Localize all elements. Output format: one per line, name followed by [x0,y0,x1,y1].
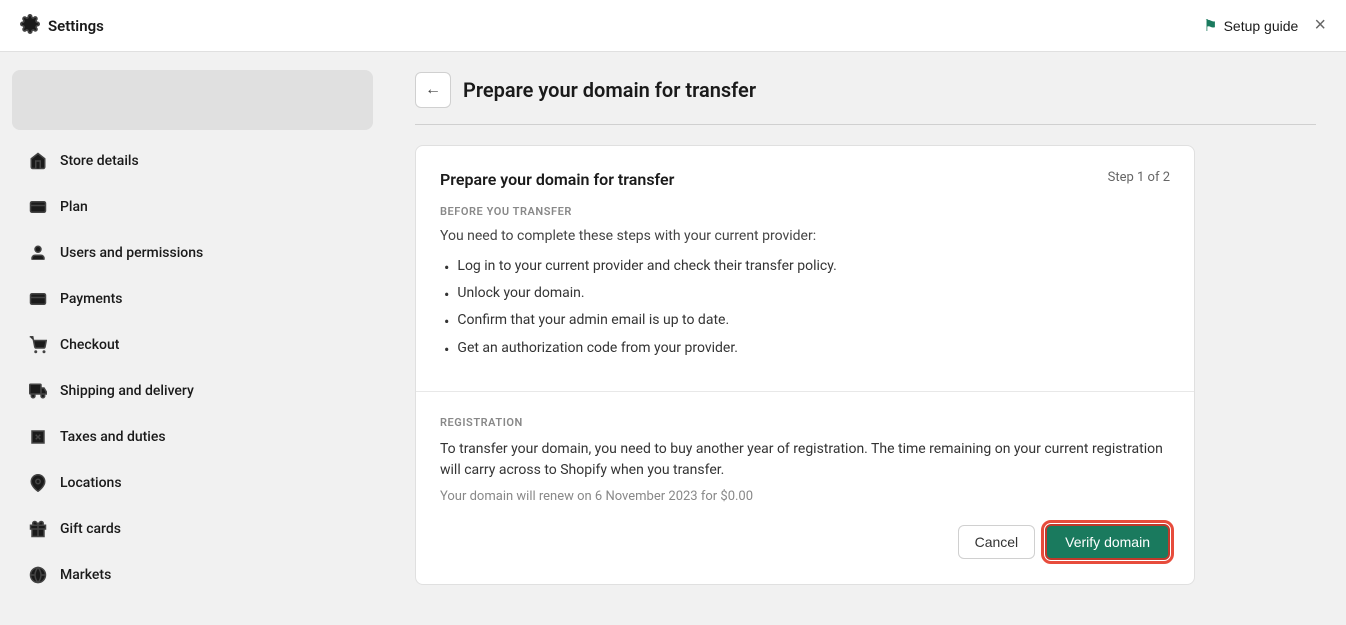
registration-label: REGISTRATION [440,416,1170,429]
location-icon [28,473,48,493]
list-item: Unlock your domain. [440,285,1170,304]
user-icon [28,243,48,263]
sidebar: Store details Plan Users and permissions [0,52,385,625]
plan-icon [28,197,48,217]
flag-icon: ⚑ [1203,16,1217,36]
sidebar-item-locations[interactable]: Locations [8,460,377,506]
settings-title-group: Settings [20,14,104,38]
verify-domain-button[interactable]: Verify domain [1045,524,1170,560]
sidebar-item-payments[interactable]: Payments [8,276,377,322]
registration-note: Your domain will renew on 6 November 202… [440,489,1170,504]
shipping-icon [28,381,48,401]
section-title: Prepare your domain for transfer [440,170,674,189]
setup-guide-label: Setup guide [1224,18,1299,34]
before-transfer-section: Prepare your domain for transfer Step 1 … [416,146,1194,392]
list-item: Confirm that your admin email is up to d… [440,312,1170,331]
sidebar-item-taxes-and-duties[interactable]: Taxes and duties [8,414,377,460]
markets-icon [28,565,48,585]
section-subtitle: You need to complete these steps with yo… [440,228,1170,244]
store-icon [28,151,48,171]
sidebar-item-label: Checkout [60,337,119,353]
sidebar-item-label: Users and permissions [60,245,203,261]
sidebar-item-label: Gift cards [60,521,121,537]
page-header: ← Prepare your domain for transfer [415,72,1316,108]
back-button[interactable]: ← [415,72,451,108]
sidebar-item-label: Store details [60,153,139,169]
registration-text: To transfer your domain, you need to buy… [440,439,1170,481]
gift-icon [28,519,48,539]
close-button[interactable]: × [1314,14,1326,37]
sidebar-item-plan[interactable]: Plan [8,184,377,230]
sidebar-item-store-details[interactable]: Store details [8,138,377,184]
card-actions: Cancel Verify domain [440,524,1170,560]
sidebar-item-users-and-permissions[interactable]: Users and permissions [8,230,377,276]
list-item: Get an authorization code from your prov… [440,340,1170,359]
list-item: Log in to your current provider and chec… [440,258,1170,277]
sidebar-item-label: Payments [60,291,123,307]
sidebar-item-label: Shipping and delivery [60,383,194,399]
section-header: Prepare your domain for transfer Step 1 … [440,170,1170,189]
setup-guide-button[interactable]: ⚑ Setup guide [1203,16,1298,36]
sidebar-item-checkout[interactable]: Checkout [8,322,377,368]
domain-transfer-card: Prepare your domain for transfer Step 1 … [415,145,1195,585]
cancel-button[interactable]: Cancel [958,525,1036,559]
bullet-list: Log in to your current provider and chec… [440,258,1170,359]
page-title: Prepare your domain for transfer [463,78,756,102]
sidebar-logo [12,70,373,130]
sidebar-item-label: Markets [60,567,111,583]
sidebar-item-markets[interactable]: Markets [8,552,377,598]
settings-gear-icon [20,14,40,38]
taxes-icon [28,427,48,447]
sidebar-item-gift-cards[interactable]: Gift cards [8,506,377,552]
header-divider [415,124,1316,125]
checkout-icon [28,335,48,355]
sidebar-item-label: Plan [60,199,88,215]
registration-section: REGISTRATION To transfer your domain, yo… [416,392,1194,584]
sidebar-item-label: Locations [60,475,122,491]
before-label: BEFORE YOU TRANSFER [440,205,1170,218]
main-layout: Store details Plan Users and permissions [0,52,1346,625]
main-content: ← Prepare your domain for transfer Prepa… [385,52,1346,625]
step-label: Step 1 of 2 [1108,170,1170,185]
top-bar: Settings ⚑ Setup guide × [0,0,1346,52]
payment-icon [28,289,48,309]
topbar-right: ⚑ Setup guide × [1203,14,1326,37]
settings-label: Settings [48,17,104,35]
sidebar-item-label: Taxes and duties [60,429,166,445]
sidebar-item-shipping-and-delivery[interactable]: Shipping and delivery [8,368,377,414]
